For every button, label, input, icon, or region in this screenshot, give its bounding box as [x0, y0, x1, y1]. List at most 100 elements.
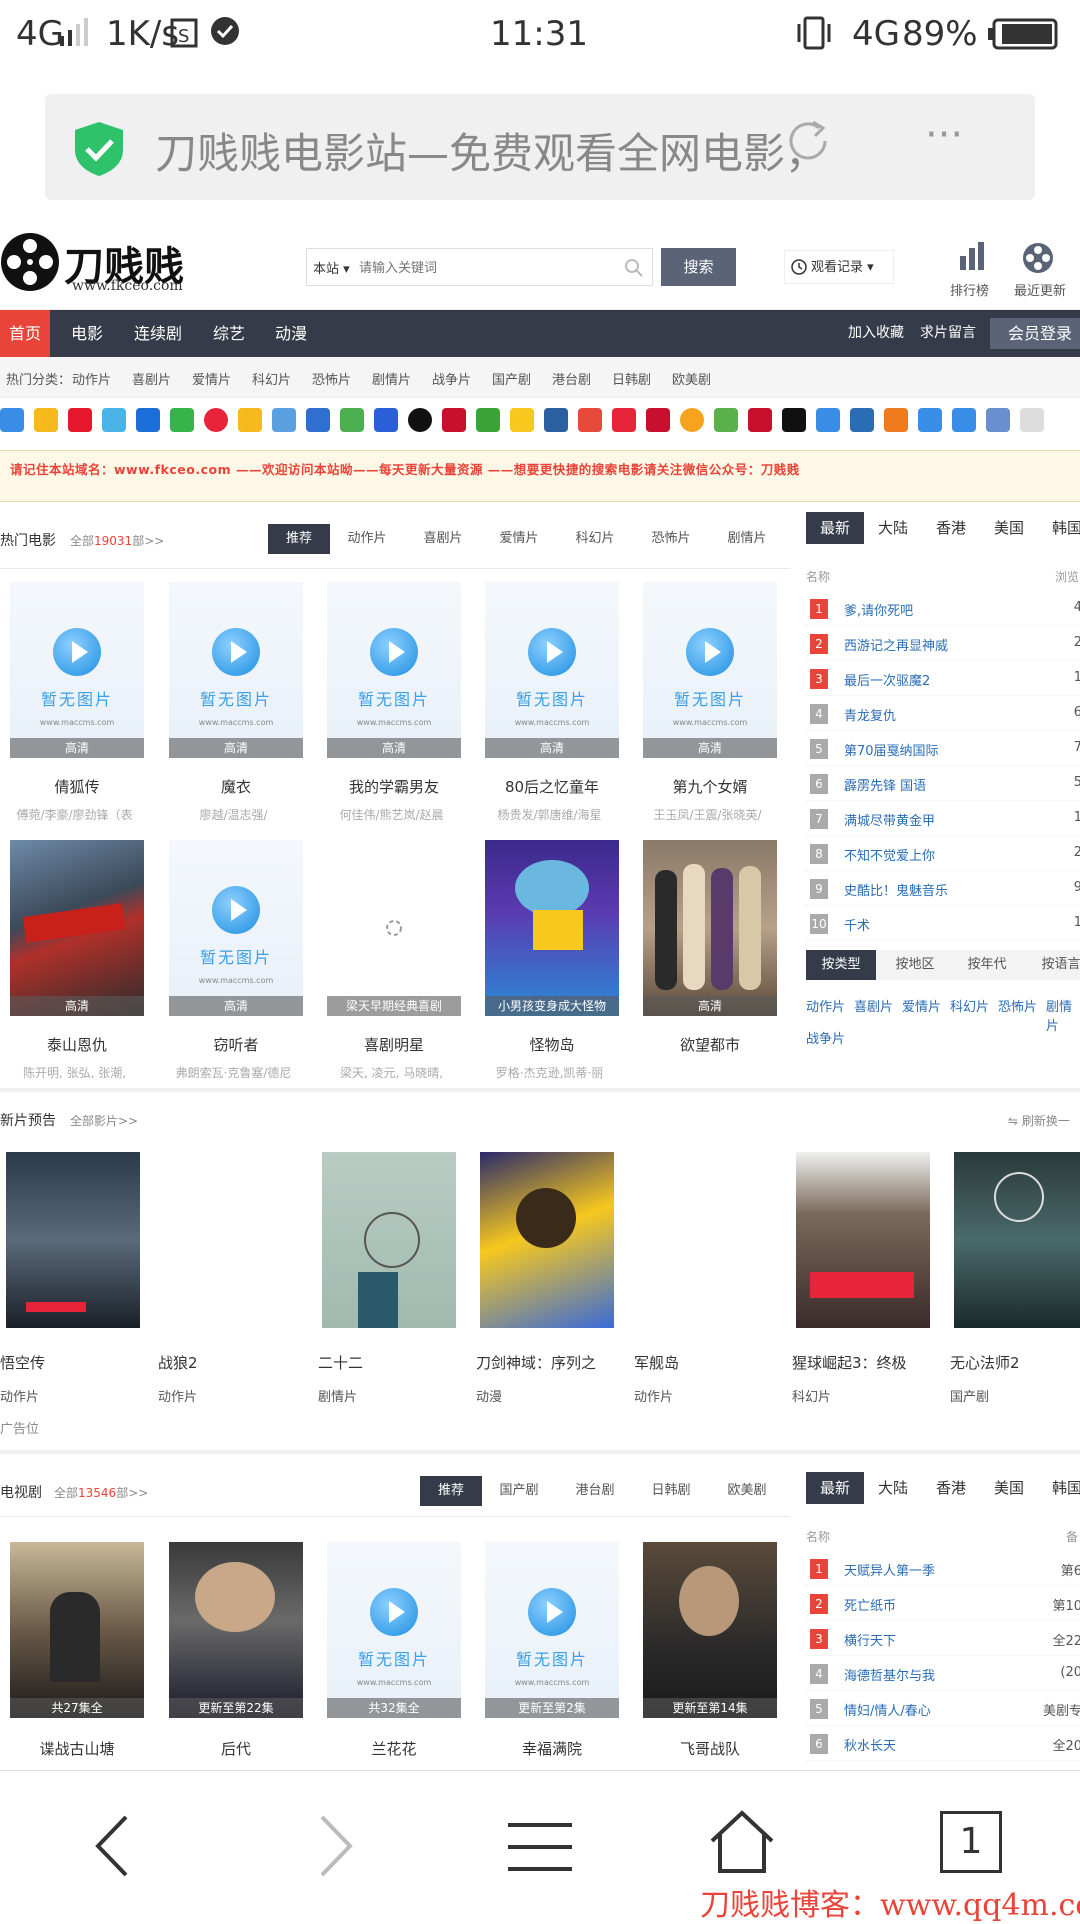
- rank-row[interactable]: 6 霹雳先锋 国语 5: [806, 767, 1080, 801]
- rank-tab[interactable]: 韩国: [1044, 512, 1080, 544]
- share-orange-icon[interactable]: [680, 408, 704, 432]
- search-scope-select[interactable]: 本站 ▾: [313, 258, 350, 277]
- tv-poster[interactable]: 暂无图片 www.maccms.com 更新至第2集: [485, 1542, 619, 1718]
- movie-title[interactable]: 欲望都市: [635, 1034, 785, 1055]
- trailer-poster[interactable]: [322, 1152, 456, 1328]
- share-baidu-icon[interactable]: [374, 408, 398, 432]
- member-login-button[interactable]: 会员登录: [990, 318, 1080, 349]
- share-pengyou-icon[interactable]: [272, 408, 296, 432]
- nav-anime[interactable]: 动漫: [266, 310, 316, 357]
- share-orange-bars-icon[interactable]: [884, 408, 908, 432]
- share-wechat-icon[interactable]: [170, 408, 194, 432]
- rank-row[interactable]: 1 爹,请你死吧 4: [806, 592, 1080, 626]
- filter-link[interactable]: 喜剧片: [854, 996, 893, 1015]
- movie-title[interactable]: 我的学霸男友: [319, 776, 469, 797]
- film-reel-icon[interactable]: [1022, 242, 1054, 274]
- share-tencent-icon[interactable]: [102, 408, 126, 432]
- share-q-icon[interactable]: [646, 408, 670, 432]
- filter-link[interactable]: 剧情片: [1046, 996, 1080, 1034]
- rank-row[interactable]: 2 西游记之再显神威 2: [806, 627, 1080, 661]
- tv-count[interactable]: 全部13546部>>: [54, 1484, 148, 1501]
- nav-variety[interactable]: 综艺: [204, 310, 254, 357]
- hot-cat-link[interactable]: 剧情片: [372, 369, 411, 388]
- tv-rank-row[interactable]: 5 情妇/情人/春心 美剧专: [806, 1692, 1080, 1726]
- trailer-title[interactable]: 无心法师2: [950, 1352, 1020, 1373]
- hot-cat-link[interactable]: 爱情片: [192, 369, 231, 388]
- filter-tab-type[interactable]: 按类型: [806, 950, 876, 980]
- tv-title-item[interactable]: 飞哥战队: [635, 1738, 785, 1759]
- movie-poster[interactable]: 高清: [10, 840, 144, 1016]
- hot-cat-link[interactable]: 动作片: [72, 369, 111, 388]
- filter-link[interactable]: 恐怖片: [998, 996, 1037, 1015]
- share-print-icon[interactable]: [986, 408, 1010, 432]
- tv-tab[interactable]: 国产剧: [492, 1476, 546, 1506]
- tv-poster[interactable]: 共27集全: [10, 1542, 144, 1718]
- share-s-icon[interactable]: [782, 408, 806, 432]
- rank-row[interactable]: 9 史酷比！鬼魅音乐 9: [806, 872, 1080, 906]
- filter-link[interactable]: 科幻片: [950, 996, 989, 1015]
- filter-link[interactable]: 战争片: [806, 1028, 845, 1047]
- nav-request-movie[interactable]: 求片留言: [920, 310, 976, 357]
- share-download-icon[interactable]: [952, 408, 976, 432]
- movie-title[interactable]: 魔衣: [161, 776, 311, 797]
- movie-title[interactable]: 窃听者: [161, 1034, 311, 1055]
- movie-title[interactable]: 第九个女婿: [635, 776, 785, 797]
- tv-rank-tab[interactable]: 美国: [986, 1472, 1032, 1504]
- share-renren-icon[interactable]: [136, 408, 160, 432]
- hot-cat-link[interactable]: 喜剧片: [132, 369, 171, 388]
- hot-tab-recommend[interactable]: 推荐: [268, 524, 330, 554]
- rank-tab[interactable]: 香港: [928, 512, 974, 544]
- share-mark-icon[interactable]: [612, 408, 636, 432]
- hot-movies-count[interactable]: 全部19031部>>: [70, 532, 164, 549]
- tv-rank-row[interactable]: 6 秋水长天 全20: [806, 1727, 1080, 1761]
- share-163-icon[interactable]: [442, 408, 466, 432]
- tv-rank-tab[interactable]: 韩国: [1044, 1472, 1080, 1504]
- movie-title[interactable]: 喜剧明星: [319, 1034, 469, 1055]
- trailer-title[interactable]: 战狼2: [158, 1352, 198, 1373]
- hot-tab[interactable]: 爱情片: [492, 524, 546, 554]
- logo-film-reel-icon[interactable]: [0, 232, 60, 292]
- tv-rank-tab-latest[interactable]: 最新: [806, 1472, 864, 1504]
- hot-cat-link[interactable]: 日韩剧: [612, 369, 651, 388]
- tv-title-item[interactable]: 幸福满院: [477, 1738, 627, 1759]
- tv-tab[interactable]: 日韩剧: [644, 1476, 698, 1506]
- share-smile-icon[interactable]: [510, 408, 534, 432]
- tab-count-button[interactable]: 1: [940, 1811, 1002, 1873]
- hot-cat-link[interactable]: 国产剧: [492, 369, 531, 388]
- hot-tab[interactable]: 剧情片: [720, 524, 774, 554]
- refresh-icon[interactable]: [783, 116, 833, 166]
- trailers-all-link[interactable]: 全部影片>>: [70, 1112, 138, 1129]
- rank-chart-icon[interactable]: [958, 242, 986, 272]
- movie-title[interactable]: 倩狐传: [2, 776, 152, 797]
- filter-tab-region[interactable]: 按地区: [880, 950, 950, 980]
- search-input[interactable]: [359, 253, 609, 281]
- trailer-title[interactable]: 二十二: [318, 1352, 363, 1373]
- recent-updates-label[interactable]: 最近更新: [1014, 280, 1066, 299]
- movie-poster[interactable]: 暂无图片 www.maccms.com 高清: [327, 582, 461, 758]
- hot-tab[interactable]: 恐怖片: [644, 524, 698, 554]
- tv-poster[interactable]: 更新至第14集: [643, 1542, 777, 1718]
- trailer-poster[interactable]: [796, 1152, 930, 1328]
- movie-poster[interactable]: 暂无图片 www.maccms.com 高清: [10, 582, 144, 758]
- filter-link[interactable]: 动作片: [806, 996, 845, 1015]
- share-blue-icon[interactable]: [918, 408, 942, 432]
- movie-title[interactable]: 怪物岛: [477, 1034, 627, 1055]
- rank-row[interactable]: 10 千术 1: [806, 907, 1080, 941]
- rank-row[interactable]: 4 青龙复仇 6: [806, 697, 1080, 731]
- trailer-title[interactable]: 刀剑神域：序列之: [476, 1352, 596, 1373]
- trailer-title[interactable]: 猩球崛起3：终极: [792, 1352, 907, 1373]
- share-plus-icon[interactable]: [0, 408, 24, 432]
- filter-tab-language[interactable]: 按语言: [1026, 950, 1080, 980]
- share-heart-icon[interactable]: [204, 408, 228, 432]
- hot-cat-link[interactable]: 港台剧: [552, 369, 591, 388]
- share-dian-icon[interactable]: [544, 408, 568, 432]
- share-tieba-icon[interactable]: [306, 408, 330, 432]
- share-qzone-icon[interactable]: [34, 408, 58, 432]
- search-button[interactable]: 搜索: [661, 248, 736, 286]
- rank-label[interactable]: 排行榜: [950, 280, 989, 299]
- tv-tab-recommend[interactable]: 推荐: [420, 1476, 482, 1506]
- hot-cat-link[interactable]: 战争片: [432, 369, 471, 388]
- share-star-icon[interactable]: [238, 408, 262, 432]
- share-qq-icon[interactable]: [408, 408, 432, 432]
- rank-row[interactable]: 8 不知不觉爱上你 2: [806, 837, 1080, 871]
